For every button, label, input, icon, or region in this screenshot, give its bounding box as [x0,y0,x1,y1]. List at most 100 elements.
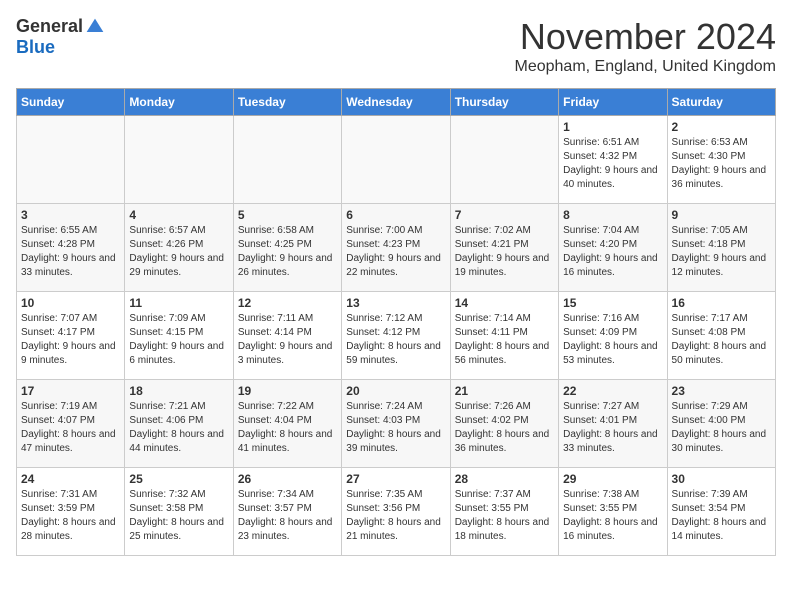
day-number: 20 [346,384,445,398]
day-number: 5 [238,208,337,222]
day-number: 11 [129,296,228,310]
calendar-day-cell: 11 Sunrise: 7:09 AM Sunset: 4:15 PM Dayli… [125,292,233,380]
calendar-header-cell: Saturday [667,89,775,116]
day-number: 26 [238,472,337,486]
calendar-day-cell: 6Sunrise: 7:00 AM Sunset: 4:23 PM Daylig… [342,204,450,292]
calendar-day-cell: 21 Sunrise: 7:26 AM Sunset: 4:02 PM Dayli… [450,380,558,468]
calendar-week-row: 17 Sunrise: 7:19 AM Sunset: 4:07 PM Dayli… [17,380,776,468]
day-detail: Sunrise: 7:11 AM Sunset: 4:14 PM Dayligh… [238,312,337,368]
calendar-header-cell: Friday [559,89,667,116]
calendar-day-cell: 3Sunrise: 6:55 AM Sunset: 4:28 PM Daylig… [17,204,125,292]
calendar-day-cell [125,116,233,204]
location-text: Meopham, England, United Kingdom [515,58,777,76]
calendar-day-cell: 8Sunrise: 7:04 AM Sunset: 4:20 PM Daylig… [559,204,667,292]
day-detail: Sunrise: 6:53 AM Sunset: 4:30 PM Dayligh… [672,136,771,192]
day-number: 8 [563,208,662,222]
day-number: 25 [129,472,228,486]
day-number: 17 [21,384,120,398]
calendar-header-cell: Thursday [450,89,558,116]
day-number: 7 [455,208,554,222]
day-detail: Sunrise: 7:27 AM Sunset: 4:01 PM Dayligh… [563,400,662,456]
day-detail: Sunrise: 7:16 AM Sunset: 4:09 PM Dayligh… [563,312,662,368]
logo-blue-text: Blue [16,37,55,58]
calendar-day-cell: 29 Sunrise: 7:38 AM Sunset: 3:55 PM Dayli… [559,468,667,556]
calendar-day-cell [342,116,450,204]
day-detail: Sunrise: 7:26 AM Sunset: 4:02 PM Dayligh… [455,400,554,456]
calendar-header-row: SundayMondayTuesdayWednesdayThursdayFrid… [17,89,776,116]
logo: General Blue [16,16,105,58]
day-detail: Sunrise: 7:12 AM Sunset: 4:12 PM Dayligh… [346,312,445,368]
calendar-day-cell: 4 Sunrise: 6:57 AM Sunset: 4:26 PM Daylig… [125,204,233,292]
calendar-day-cell: 17 Sunrise: 7:19 AM Sunset: 4:07 PM Dayli… [17,380,125,468]
calendar-day-cell: 2 Sunrise: 6:53 AM Sunset: 4:30 PM Daylig… [667,116,775,204]
day-number: 14 [455,296,554,310]
calendar-day-cell [450,116,558,204]
day-number: 12 [238,296,337,310]
day-detail: Sunrise: 7:37 AM Sunset: 3:55 PM Dayligh… [455,488,554,544]
calendar-header-cell: Wednesday [342,89,450,116]
day-detail: Sunrise: 7:05 AM Sunset: 4:18 PM Dayligh… [672,224,771,280]
calendar-week-row: 10 Sunrise: 7:07 AM Sunset: 4:17 PM Dayli… [17,292,776,380]
day-detail: Sunrise: 7:09 AM Sunset: 4:15 PM Dayligh… [129,312,228,368]
calendar-day-cell: 9 Sunrise: 7:05 AM Sunset: 4:18 PM Daylig… [667,204,775,292]
day-number: 23 [672,384,771,398]
day-detail: Sunrise: 7:00 AM Sunset: 4:23 PM Dayligh… [346,224,445,280]
day-detail: Sunrise: 7:19 AM Sunset: 4:07 PM Dayligh… [21,400,120,456]
calendar-day-cell: 10 Sunrise: 7:07 AM Sunset: 4:17 PM Dayli… [17,292,125,380]
day-number: 22 [563,384,662,398]
day-number: 3 [21,208,120,222]
day-detail: Sunrise: 6:51 AM Sunset: 4:32 PM Dayligh… [563,136,662,192]
calendar-day-cell [17,116,125,204]
day-number: 29 [563,472,662,486]
day-detail: Sunrise: 7:38 AM Sunset: 3:55 PM Dayligh… [563,488,662,544]
calendar-week-row: 24Sunrise: 7:31 AM Sunset: 3:59 PM Dayli… [17,468,776,556]
day-number: 15 [563,296,662,310]
day-number: 18 [129,384,228,398]
calendar-day-cell: 22 Sunrise: 7:27 AM Sunset: 4:01 PM Dayli… [559,380,667,468]
calendar-day-cell: 24Sunrise: 7:31 AM Sunset: 3:59 PM Dayli… [17,468,125,556]
day-number: 9 [672,208,771,222]
page-header: General Blue November 2024 Meopham, Engl… [16,16,776,76]
day-detail: Sunrise: 7:22 AM Sunset: 4:04 PM Dayligh… [238,400,337,456]
day-number: 21 [455,384,554,398]
calendar-week-row: 1 Sunrise: 6:51 AM Sunset: 4:32 PM Daylig… [17,116,776,204]
logo-icon [85,17,105,37]
calendar-week-row: 3Sunrise: 6:55 AM Sunset: 4:28 PM Daylig… [17,204,776,292]
day-detail: Sunrise: 7:34 AM Sunset: 3:57 PM Dayligh… [238,488,337,544]
calendar-day-cell: 28 Sunrise: 7:37 AM Sunset: 3:55 PM Dayli… [450,468,558,556]
day-detail: Sunrise: 7:35 AM Sunset: 3:56 PM Dayligh… [346,488,445,544]
day-detail: Sunrise: 7:32 AM Sunset: 3:58 PM Dayligh… [129,488,228,544]
logo-general-text: General [16,16,83,37]
calendar-header-cell: Monday [125,89,233,116]
day-number: 27 [346,472,445,486]
calendar-day-cell: 7 Sunrise: 7:02 AM Sunset: 4:21 PM Daylig… [450,204,558,292]
month-title: November 2024 [515,16,777,58]
calendar-header-cell: Tuesday [233,89,341,116]
day-number: 2 [672,120,771,134]
calendar-day-cell: 16Sunrise: 7:17 AM Sunset: 4:08 PM Dayli… [667,292,775,380]
day-detail: Sunrise: 6:58 AM Sunset: 4:25 PM Dayligh… [238,224,337,280]
calendar-day-cell: 14Sunrise: 7:14 AM Sunset: 4:11 PM Dayli… [450,292,558,380]
day-number: 4 [129,208,228,222]
day-detail: Sunrise: 7:29 AM Sunset: 4:00 PM Dayligh… [672,400,771,456]
day-number: 28 [455,472,554,486]
calendar-day-cell: 12 Sunrise: 7:11 AM Sunset: 4:14 PM Dayli… [233,292,341,380]
day-number: 30 [672,472,771,486]
calendar-day-cell [233,116,341,204]
calendar-day-cell: 1 Sunrise: 6:51 AM Sunset: 4:32 PM Daylig… [559,116,667,204]
day-detail: Sunrise: 7:02 AM Sunset: 4:21 PM Dayligh… [455,224,554,280]
calendar-day-cell: 15 Sunrise: 7:16 AM Sunset: 4:09 PM Dayli… [559,292,667,380]
day-number: 1 [563,120,662,134]
calendar-day-cell: 19Sunrise: 7:22 AM Sunset: 4:04 PM Dayli… [233,380,341,468]
calendar-day-cell: 5 Sunrise: 6:58 AM Sunset: 4:25 PM Daylig… [233,204,341,292]
day-detail: Sunrise: 7:21 AM Sunset: 4:06 PM Dayligh… [129,400,228,456]
calendar-table: SundayMondayTuesdayWednesdayThursdayFrid… [16,88,776,556]
calendar-day-cell: 26 Sunrise: 7:34 AM Sunset: 3:57 PM Dayli… [233,468,341,556]
day-number: 10 [21,296,120,310]
day-detail: Sunrise: 7:07 AM Sunset: 4:17 PM Dayligh… [21,312,120,368]
calendar-body: 1 Sunrise: 6:51 AM Sunset: 4:32 PM Daylig… [17,116,776,556]
day-number: 13 [346,296,445,310]
day-detail: Sunrise: 6:57 AM Sunset: 4:26 PM Dayligh… [129,224,228,280]
day-detail: Sunrise: 7:17 AM Sunset: 4:08 PM Dayligh… [672,312,771,368]
day-detail: Sunrise: 7:31 AM Sunset: 3:59 PM Dayligh… [21,488,120,544]
